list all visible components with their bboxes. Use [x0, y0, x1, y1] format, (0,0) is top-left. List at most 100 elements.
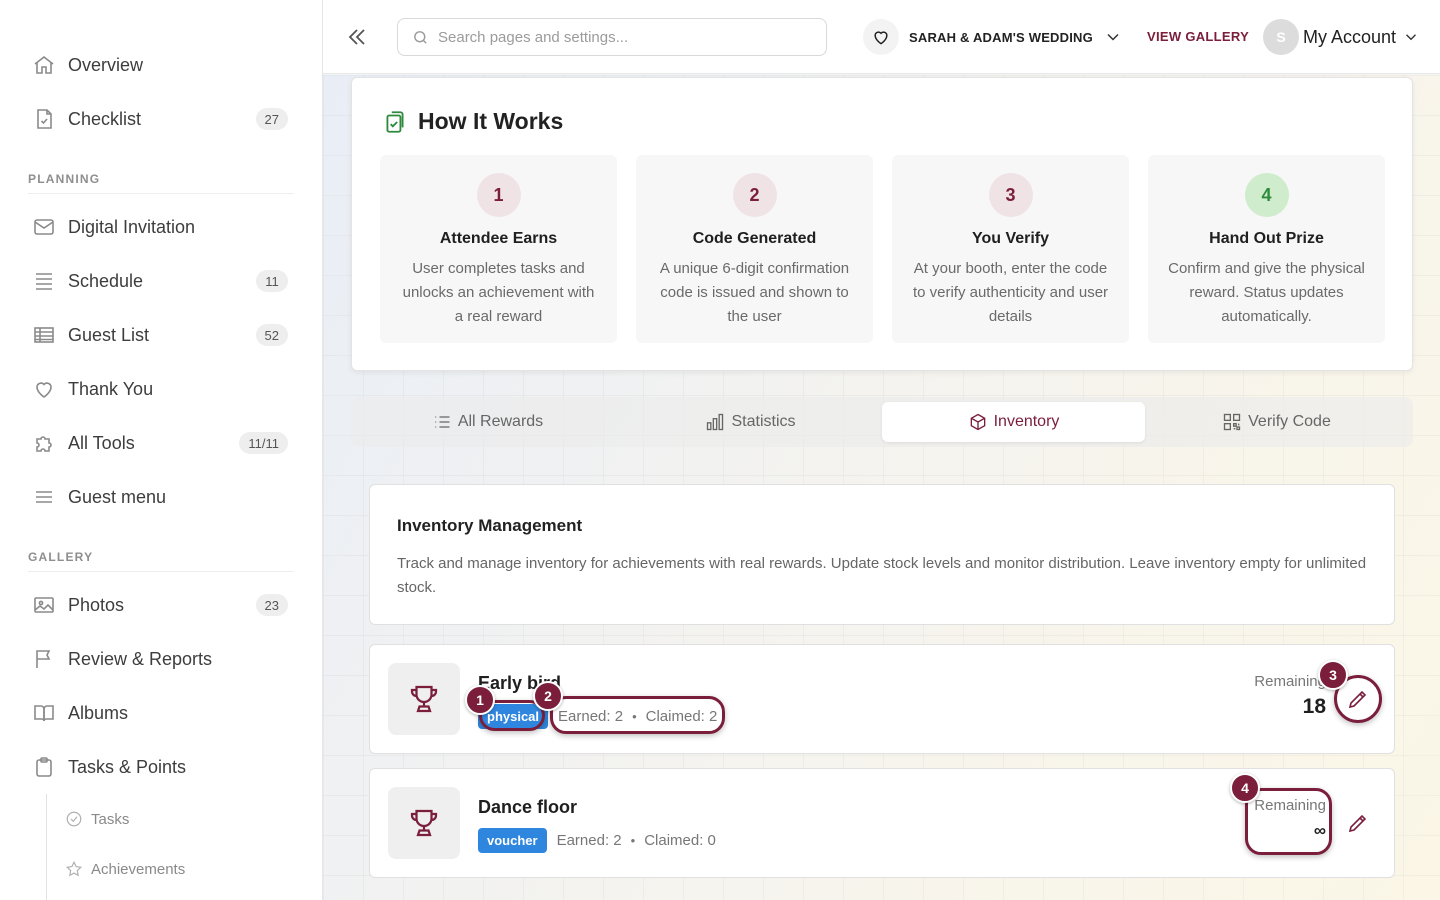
remaining-value: 18 [1302, 695, 1326, 718]
sidebar-item-label: Thank You [68, 378, 154, 399]
section-header-gallery: GALLERY [28, 538, 294, 572]
sidebar-item-checklist[interactable]: Checklist 27 [28, 92, 294, 146]
step-description: At your booth, enter the code to verify … [912, 260, 1109, 325]
clipboard-icon [36, 757, 52, 777]
annotation-highlight [1245, 788, 1332, 855]
puzzle-icon [36, 436, 52, 452]
tab-label: Statistics [731, 413, 796, 430]
tab-inventory[interactable]: Inventory [882, 402, 1145, 442]
tab-verify-code[interactable]: Verify Code [1145, 402, 1408, 442]
sidebar-item-review-reports[interactable]: Review & Reports [28, 632, 294, 686]
sidebar-item-digital-invitation[interactable]: Digital Invitation [28, 200, 294, 254]
remaining-stock: Remaining 18 [1254, 673, 1326, 719]
check-circle-icon [66, 811, 82, 827]
sidebar-item-label: Guest menu [68, 486, 167, 507]
count-badge: 11 [256, 270, 288, 292]
inventory-description: Track and manage inventory for achieveme… [397, 555, 1367, 596]
count-badge: 11/11 [239, 432, 288, 454]
sidebar-item-label: Guest List [68, 324, 150, 345]
sidebar-item-thank-you[interactable]: Thank You [28, 362, 294, 416]
book-icon [34, 705, 54, 722]
step-card: 2 Code Generated A unique 6-digit confir… [636, 155, 873, 343]
section-header-planning: PLANNING [28, 160, 294, 194]
sidebar-subitems: Tasks Achievements [46, 794, 294, 900]
account-menu[interactable]: S My Account [1263, 18, 1420, 56]
sidebar-item-overview[interactable]: Overview [28, 38, 294, 92]
tab-all-rewards[interactable]: All Rewards [356, 402, 619, 442]
step-number: 4 [1244, 173, 1289, 217]
sidebar-item-label: Review & Reports [68, 648, 213, 669]
reward-thumbnail [388, 787, 460, 859]
step-description: A unique 6-digit confirmation code is is… [659, 260, 850, 325]
step-card: 4 Hand Out Prize Confirm and give the ph… [1148, 155, 1385, 343]
sidebar-item-albums[interactable]: Albums [28, 686, 294, 740]
annotation-marker: 1 [465, 685, 495, 715]
sidebar-subitem-tasks[interactable]: Tasks [65, 794, 294, 844]
search-box[interactable] [397, 18, 827, 56]
step-title: Code Generated [692, 230, 817, 247]
trophy-icon [410, 685, 438, 713]
sidebar-item-schedule[interactable]: Schedule 11 [28, 254, 294, 308]
step-title: You Verify [971, 230, 1050, 247]
event-selector[interactable]: SARAH & ADAM'S WEDDING [863, 18, 1123, 56]
search-icon [414, 30, 427, 44]
reward-thumbnail [388, 663, 460, 735]
sidebar-subitem-achievements[interactable]: Achievements [65, 844, 294, 894]
avatar: S [1263, 19, 1299, 55]
step-card: 3 You Verify At your booth, enter the co… [892, 155, 1129, 343]
clipboard-check-icon [386, 110, 404, 133]
tab-label: All Rewards [457, 413, 544, 430]
sidebar-item-label: Digital Invitation [68, 216, 196, 237]
annotation-marker: 3 [1318, 660, 1348, 690]
step-title: Hand Out Prize [1209, 230, 1324, 247]
sidebar-item-tasks-points[interactable]: Tasks & Points [28, 740, 294, 794]
chevron-down-icon [1107, 33, 1119, 41]
heart-icon [874, 31, 888, 45]
sidebar-item-photos[interactable]: Photos 23 [28, 578, 294, 632]
account-label: My Account [1303, 26, 1397, 47]
inventory-management-card: Inventory Management Track and manage in… [369, 484, 1395, 625]
home-icon [34, 55, 54, 74]
tab-statistics[interactable]: Statistics [619, 402, 882, 442]
qr-code-icon [1223, 413, 1241, 431]
reward-row: Early bird physical Earned: 2 • Claimed:… [369, 644, 1395, 754]
sidebar-item-guest-menu[interactable]: Guest menu [28, 470, 294, 524]
main-content: How It Works 1 Attendee Earns User compl… [323, 75, 1440, 900]
annotation-highlight [550, 696, 725, 734]
annotation-marker: 4 [1230, 773, 1260, 803]
rewards-tabs: All Rewards Statistics Inventory Verify … [351, 397, 1413, 447]
heart-icon [36, 382, 52, 398]
remaining-label: Remaining [1254, 673, 1326, 690]
topbar: SARAH & ADAM'S WEDDING VIEW GALLERY S My… [323, 0, 1440, 74]
event-name: SARAH & ADAM'S WEDDING [909, 29, 1093, 45]
sidebar-item-label: Overview [68, 54, 144, 75]
how-it-works-header: How It Works [382, 108, 563, 135]
how-it-works-card: How It Works 1 Attendee Earns User compl… [351, 77, 1413, 371]
search-input[interactable] [438, 28, 818, 46]
step-description: Confirm and give the physical reward. St… [1168, 260, 1365, 325]
sidebar: Overview Checklist 27 PLANNING Digital I… [0, 0, 323, 900]
sidebar-item-label: Checklist [68, 108, 142, 129]
bar-chart-icon [707, 413, 724, 431]
count-badge: 52 [255, 324, 288, 346]
schedule-icon [36, 273, 52, 290]
step-number: 2 [732, 173, 777, 217]
step-title: Attendee Earns [439, 230, 558, 247]
sidebar-item-all-tools[interactable]: All Tools 11/11 [28, 416, 294, 470]
reward-claimed: Claimed: 0 [644, 831, 716, 849]
sidebar-item-label: Albums [68, 702, 129, 723]
view-gallery-link[interactable]: VIEW GALLERY [1147, 29, 1249, 44]
steps-row: 1 Attendee Earns User completes tasks an… [380, 155, 1385, 343]
sidebar-item-label: Photos [68, 594, 125, 615]
sidebar-subitem-label: Tasks [91, 810, 130, 828]
edit-inventory-icon[interactable] [1346, 811, 1370, 835]
mail-icon [34, 219, 54, 235]
separator-dot: • [630, 832, 636, 848]
collapse-sidebar-icon[interactable] [345, 25, 369, 49]
count-badge: 27 [255, 108, 288, 130]
reward-meta: voucher Earned: 2 • Claimed: 0 [478, 827, 716, 853]
sidebar-item-guest-list[interactable]: Guest List 52 [28, 308, 294, 362]
tab-label: Verify Code [1248, 413, 1331, 430]
sidebar-item-label: Tasks & Points [68, 756, 187, 777]
menu-icon [36, 491, 52, 503]
